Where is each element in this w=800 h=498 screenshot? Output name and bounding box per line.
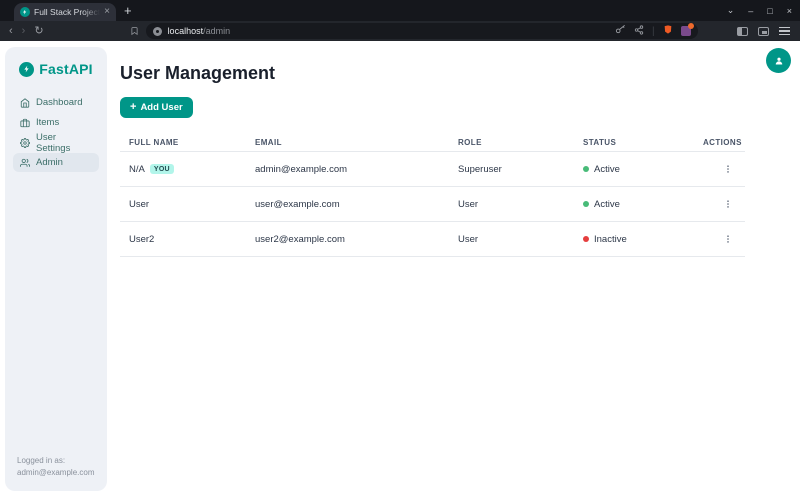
user-avatar-icon xyxy=(775,57,782,64)
status-dot xyxy=(583,236,589,242)
table-header-row: Full Name Email Role Status Actions xyxy=(120,134,745,152)
bookmark-icon[interactable] xyxy=(130,26,139,36)
status-dot xyxy=(583,166,589,172)
cell-status: Active xyxy=(583,199,703,210)
users-table: Full Name Email Role Status Actions N/A … xyxy=(120,134,745,257)
sidebar-nav: Dashboard Items User Settings Admin xyxy=(13,93,99,172)
sidebar-item-admin[interactable]: Admin xyxy=(13,153,99,172)
url-path: /admin xyxy=(203,26,231,36)
cell-email: user@example.com xyxy=(255,198,340,210)
cell-actions xyxy=(703,195,745,213)
cell-email: admin@example.com xyxy=(255,163,348,175)
fastapi-favicon-icon xyxy=(20,7,30,17)
app-sidebar: FastAPI Dashboard Items User Settings Ad… xyxy=(5,47,107,491)
brand: FastAPI xyxy=(13,61,99,77)
table-row: User user@example.com User Active xyxy=(120,187,745,222)
forward-icon[interactable]: › xyxy=(22,25,26,37)
brave-shield-icon[interactable] xyxy=(663,22,673,40)
minimize-icon[interactable]: – xyxy=(748,6,753,16)
back-icon[interactable]: ‹ xyxy=(9,25,13,37)
table-row: User2 user2@example.com User Inactive xyxy=(120,222,745,257)
row-actions-menu-icon[interactable] xyxy=(719,195,737,213)
sidebar-toggle-icon[interactable] xyxy=(737,26,748,36)
cell-role: User xyxy=(458,233,479,245)
cell-full-name: User2 xyxy=(129,233,155,245)
tab-close-icon[interactable]: × xyxy=(104,7,110,17)
share-icon[interactable] xyxy=(634,22,644,40)
cell-status: Active xyxy=(583,164,703,175)
home-icon xyxy=(20,97,30,108)
add-user-label: Add User xyxy=(140,102,183,113)
browser-toolbar: ‹ › ↻ localhost /admin | xyxy=(0,21,800,41)
table-row: N/A YOU admin@example.com Superuser Acti… xyxy=(120,152,745,187)
toolbar-separator: | xyxy=(651,25,655,37)
row-actions-menu-icon[interactable] xyxy=(719,160,737,178)
page-body: FastAPI Dashboard Items User Settings Ad… xyxy=(0,41,800,498)
col-full-name: Full Name xyxy=(129,138,179,147)
window-controls: ⌄ – □ × xyxy=(727,0,792,21)
col-actions: Actions xyxy=(703,138,742,147)
browser-tab[interactable]: Full Stack Project Genera × xyxy=(14,3,116,21)
sidebar-footer: Logged in as: admin@example.com xyxy=(13,455,99,479)
sidebar-item-dashboard[interactable]: Dashboard xyxy=(13,93,99,112)
gear-icon xyxy=(20,137,30,148)
sidebar-item-label: Items xyxy=(36,117,60,128)
sidebar-item-label: User Settings xyxy=(36,131,71,154)
main-content: User Management + Add User Full Name Ema… xyxy=(120,41,800,498)
address-bar[interactable]: localhost /admin | xyxy=(145,22,698,40)
new-tab-button[interactable]: + xyxy=(124,3,132,19)
briefcase-icon xyxy=(20,118,30,127)
browser-menu-chevron-icon[interactable]: ⌄ xyxy=(727,5,735,16)
tab-strip: Full Stack Project Genera × + ⌄ – □ × xyxy=(0,0,800,21)
address-bar-icons: | xyxy=(615,22,694,40)
plus-icon: + xyxy=(130,101,137,113)
browser-menu-icon[interactable] xyxy=(779,26,790,36)
col-role: Role xyxy=(458,138,482,147)
toolbar-right-icons xyxy=(737,26,790,36)
page-title: User Management xyxy=(120,63,276,83)
cell-email: user2@example.com xyxy=(255,233,345,245)
url-host: localhost xyxy=(167,26,204,36)
extension-notification-icon[interactable] xyxy=(680,23,694,36)
cell-status: Inactive xyxy=(583,234,703,245)
you-badge: YOU xyxy=(149,164,174,174)
row-actions-menu-icon[interactable] xyxy=(719,230,737,248)
password-key-icon[interactable] xyxy=(615,22,626,40)
col-email: Email xyxy=(255,138,282,147)
cell-full-name: N/A YOU xyxy=(129,164,255,175)
brand-name: FastAPI xyxy=(39,61,93,77)
reload-icon[interactable]: ↻ xyxy=(34,25,43,37)
sidebar-item-label: Admin xyxy=(36,157,63,168)
users-icon xyxy=(20,158,30,167)
cell-actions xyxy=(703,160,745,178)
sidebar-item-items[interactable]: Items xyxy=(13,113,99,132)
user-menu-button[interactable] xyxy=(766,48,791,73)
sidebar-item-user-settings[interactable]: User Settings xyxy=(13,131,99,154)
logged-in-email: admin@example.com xyxy=(17,468,95,477)
cell-actions xyxy=(703,230,745,248)
cell-role: User xyxy=(458,198,479,210)
reading-panel-icon[interactable] xyxy=(758,26,769,36)
logged-in-label: Logged in as: xyxy=(17,456,66,465)
fastapi-logo-icon xyxy=(19,61,35,77)
maximize-icon[interactable]: □ xyxy=(767,6,772,16)
add-user-button[interactable]: + Add User xyxy=(120,97,193,118)
site-info-icon[interactable] xyxy=(152,26,162,36)
status-dot xyxy=(583,201,589,207)
col-status: Status xyxy=(583,138,617,147)
cell-role: Superuser xyxy=(458,163,502,175)
tab-title: Full Stack Project Genera xyxy=(34,7,101,17)
browser-window: Full Stack Project Genera × + ⌄ – □ × ‹ … xyxy=(0,0,800,498)
close-icon[interactable]: × xyxy=(787,6,792,16)
cell-full-name: User xyxy=(129,198,150,210)
sidebar-item-label: Dashboard xyxy=(36,97,83,108)
